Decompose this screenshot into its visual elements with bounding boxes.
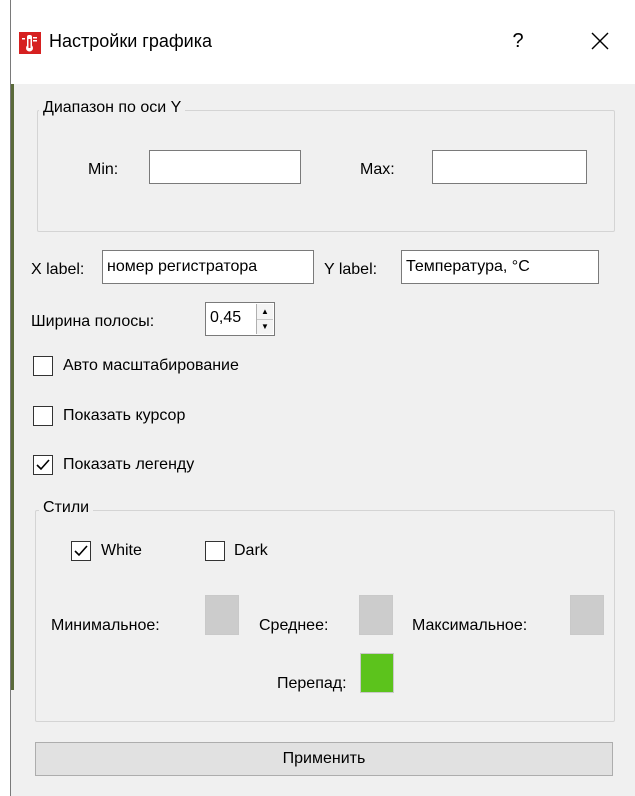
title-bar[interactable]: Настройки графика ? [11,0,635,84]
y-min-label: Min: [88,161,119,178]
app-thermometer-icon [19,32,41,54]
y-label-input[interactable] [401,250,599,284]
y-label-caption: Y label: [324,261,378,278]
show-legend-label: Показать легенду [63,456,195,473]
bar-width-label: Ширина полосы: [31,313,155,330]
close-button[interactable] [583,26,617,56]
show-cursor-checkbox[interactable] [33,406,53,426]
spin-up-icon[interactable]: ▲ [257,304,273,320]
diff-color-label: Перепад: [277,675,347,692]
avg-color-swatch[interactable] [359,595,393,635]
min-color-swatch[interactable] [205,595,239,635]
settings-dialog: Настройки графика ? Диапазон по оси Y Mi… [10,0,635,796]
bar-width-value: 0,45 [210,309,242,326]
min-color-label: Минимальное: [51,617,160,634]
white-style-label: White [101,542,142,559]
max-color-label: Максимальное: [412,617,528,634]
dark-style-checkbox[interactable] [205,541,225,561]
help-button[interactable]: ? [503,26,533,56]
checkmark-icon [36,459,50,471]
auto-scale-checkbox[interactable] [33,356,53,376]
y-max-input[interactable] [432,150,587,184]
show-cursor-label: Показать курсор [63,407,186,424]
y-range-group-title: Диапазон по оси Y [39,98,186,118]
x-label-caption: X label: [31,261,85,278]
auto-scale-label: Авто масштабирование [63,357,239,374]
apply-button[interactable]: Применить [35,742,613,776]
spin-down-icon[interactable]: ▼ [257,319,273,334]
y-max-label: Max: [360,161,395,178]
bar-width-spinbox[interactable]: 0,45 ▲ ▼ [205,302,275,336]
dark-style-label: Dark [234,542,268,559]
spin-buttons: ▲ ▼ [256,304,273,334]
avg-color-label: Среднее: [259,617,329,634]
show-legend-checkbox[interactable] [33,455,53,475]
styles-group-title: Стили [39,498,94,518]
background-window-edge [11,70,14,690]
max-color-swatch[interactable] [570,595,604,635]
diff-color-swatch[interactable] [360,653,394,693]
y-min-input[interactable] [149,150,301,184]
x-label-input[interactable] [102,250,314,284]
checkmark-icon [74,545,88,557]
close-icon [591,32,609,50]
white-style-checkbox[interactable] [71,541,91,561]
window-title: Настройки графика [49,31,212,51]
